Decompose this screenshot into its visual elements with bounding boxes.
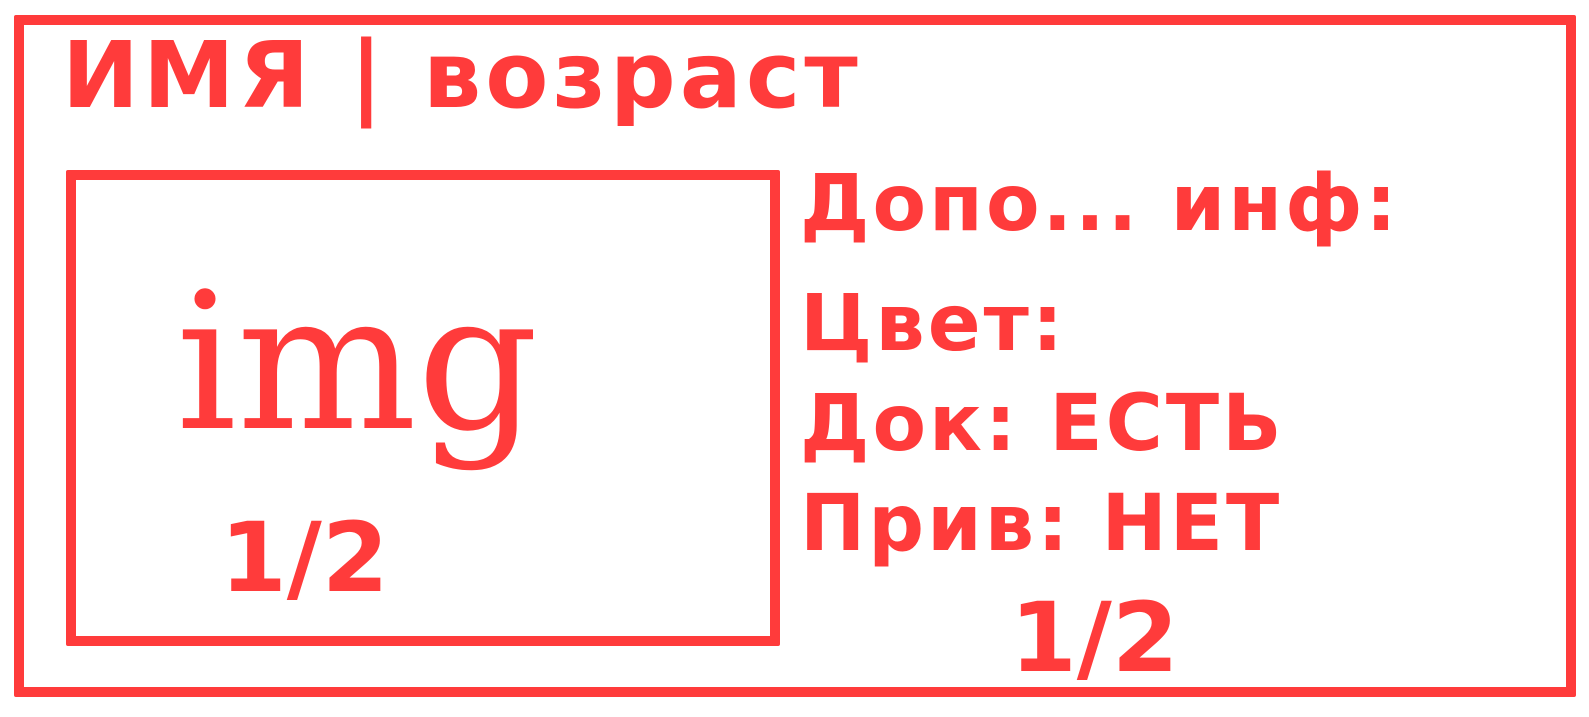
info-width-fraction: 1/2 (1010, 582, 1179, 694)
extra-info-label: Допо... инф: (800, 159, 1400, 249)
image-width-fraction: 1/2 (220, 502, 389, 614)
documents-label: Док: ЕСТЬ (800, 379, 1285, 469)
color-label: Цвет: (800, 279, 1067, 369)
card-title: ИМЯ | возраст (62, 22, 862, 129)
vaccination-label: Прив: НЕТ (800, 479, 1283, 569)
image-label: img (176, 252, 539, 473)
